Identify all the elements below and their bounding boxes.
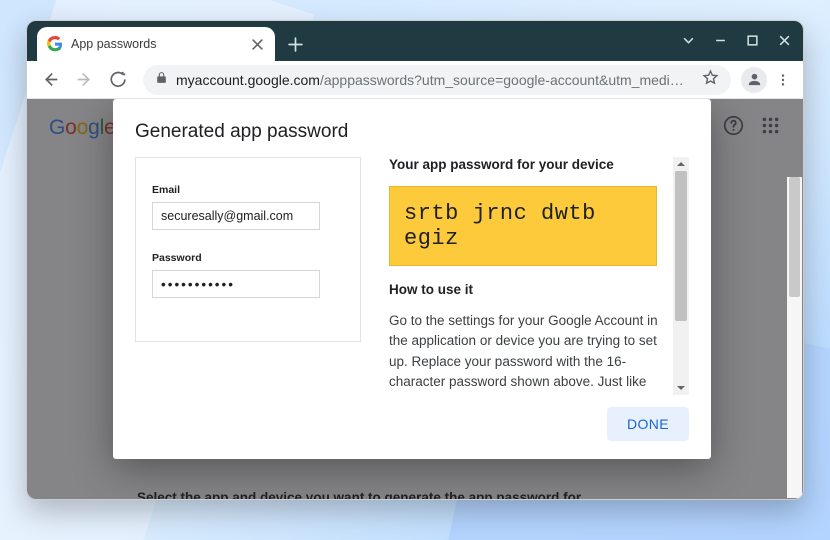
new-tab-button[interactable] [281, 30, 309, 58]
tab-close-icon[interactable] [249, 36, 265, 52]
dialog-title: Generated app password [135, 121, 689, 143]
app-password-heading: Your app password for your device [389, 157, 665, 172]
dialog-body-scroll: Your app password for your device srtb j… [389, 157, 673, 395]
window-minimize-icon[interactable] [705, 25, 735, 55]
tab-title: App passwords [71, 37, 241, 51]
window-dropdown-icon[interactable] [673, 25, 703, 55]
lock-icon [155, 71, 168, 89]
page-scrollbar[interactable] [787, 177, 802, 498]
password-label: Password [152, 252, 344, 264]
nav-forward-icon[interactable] [69, 65, 99, 95]
email-field[interactable] [152, 202, 320, 230]
email-label: Email [152, 184, 344, 196]
howto-heading: How to use it [389, 282, 665, 297]
profile-avatar-icon[interactable] [741, 67, 767, 93]
window-close-icon[interactable] [769, 25, 799, 55]
page-scroll-thumb[interactable] [789, 177, 800, 297]
scroll-up-icon[interactable] [673, 157, 689, 171]
nav-reload-icon[interactable] [103, 65, 133, 95]
generated-password-dialog: Generated app password Email Password Yo… [113, 99, 711, 459]
scroll-down-icon[interactable] [673, 381, 689, 395]
credentials-card: Email Password [135, 157, 361, 342]
tab-favicon-google-icon [47, 36, 63, 52]
howto-body: Go to the settings for your Google Accou… [389, 311, 665, 395]
omnibox[interactable]: myaccount.google.com/apppasswords?utm_so… [143, 65, 731, 95]
bookmark-star-icon[interactable] [702, 69, 719, 91]
background-hint-text: Select the app and device you want to ge… [137, 490, 584, 499]
titlebar: App passwords [27, 21, 803, 61]
browser-menu-icon[interactable] [771, 73, 795, 87]
done-button[interactable]: DONE [607, 407, 689, 441]
browser-window: App passwords myaccount.google.com/ [26, 20, 804, 500]
dialog-scrollbar[interactable] [673, 157, 689, 395]
page-content: Google Select the app and device you wan… [27, 99, 803, 499]
address-bar: myaccount.google.com/apppasswords?utm_so… [27, 61, 803, 99]
window-maximize-icon[interactable] [737, 25, 767, 55]
url-text: myaccount.google.com/apppasswords?utm_so… [176, 72, 694, 88]
app-password-value: srtb jrnc dwtb egiz [389, 186, 657, 266]
browser-tab-active[interactable]: App passwords [37, 27, 275, 61]
password-field[interactable] [152, 270, 320, 298]
nav-back-icon[interactable] [35, 65, 65, 95]
scroll-thumb[interactable] [675, 171, 687, 321]
